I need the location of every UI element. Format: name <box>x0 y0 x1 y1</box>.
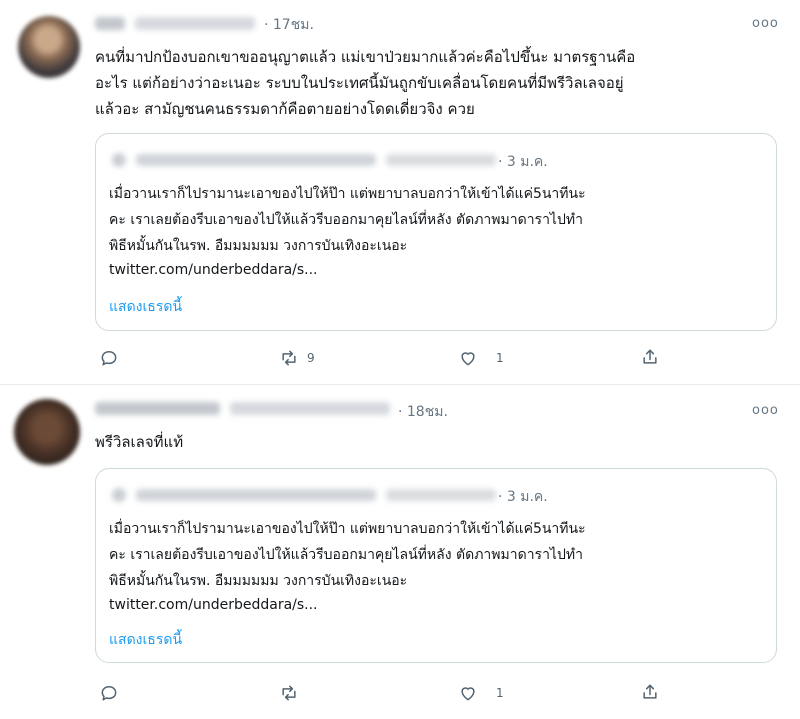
retweet-icon <box>282 350 296 366</box>
quote-handle-blurred <box>386 489 496 501</box>
more-icon[interactable]: ooo <box>752 403 779 418</box>
quote-author-blurred <box>136 154 376 166</box>
like-button[interactable]: 1 <box>458 683 504 703</box>
tweet-timestamp[interactable]: · 17ชม. <box>264 14 314 36</box>
reply-icon <box>101 351 117 366</box>
retweet-button[interactable]: 9 <box>279 348 315 368</box>
quote-date: · 3 ม.ค. <box>498 154 548 170</box>
like-count: 1 <box>496 686 504 700</box>
retweet-icon <box>282 685 296 701</box>
quote-date: · 3 ม.ค. <box>498 489 548 505</box>
quote-text: เมื่อวานเราก็ไปรามานะเอาของไปให้ป๊า แต่พ… <box>109 521 586 589</box>
author-handle-blurred <box>230 402 390 415</box>
quote-text: เมื่อวานเราก็ไปรามานะเอาของไปให้ป๊า แต่พ… <box>109 186 586 254</box>
author-name-blurred[interactable] <box>95 402 220 415</box>
author-name-blurred[interactable] <box>95 17 125 30</box>
retweet-button[interactable] <box>279 683 307 703</box>
quoted-tweet[interactable]: · 3 ม.ค. เมื่อวานเราก็ไปรามานะเอาของไปให… <box>95 468 777 663</box>
share-icon <box>643 349 657 364</box>
quoted-tweet[interactable]: · 3 ม.ค. เมื่อวานเราก็ไปรามานะเอาของไปให… <box>95 133 777 331</box>
avatar[interactable] <box>14 399 80 465</box>
show-thread-link[interactable]: แสดงเธรดนี้ <box>109 629 182 651</box>
show-thread-link[interactable]: แสดงเธรดนี้ <box>109 296 182 318</box>
quote-author-blurred <box>136 489 376 501</box>
like-icon <box>461 687 475 701</box>
like-icon <box>461 352 475 366</box>
share-button[interactable] <box>640 682 660 702</box>
reply-button[interactable] <box>99 348 119 368</box>
quote-handle-blurred <box>386 154 496 166</box>
author-handle-blurred <box>135 17 255 30</box>
reply-button[interactable] <box>99 683 119 703</box>
tweet-timestamp[interactable]: · 18ชม. <box>398 401 448 423</box>
quote-link[interactable]: twitter.com/underbeddara/s... <box>109 597 318 613</box>
quote-avatar <box>112 153 126 167</box>
like-count: 1 <box>496 351 504 365</box>
share-icon <box>643 684 657 699</box>
tweet[interactable]: · 18ชม. ooo พรีวิลเลจที่แท้ · 3 ม.ค. เมื… <box>0 385 800 719</box>
tweet[interactable]: · 17ชม. ooo คนที่มาปกป้องบอกเขาขออนุญาตแ… <box>0 0 800 385</box>
reply-icon <box>101 686 117 701</box>
tweet-text: พรีวิลเลจที่แท้ <box>95 433 184 451</box>
more-icon[interactable]: ooo <box>752 16 779 31</box>
tweet-text: คนที่มาปกป้องบอกเขาขออนุญาตแล้ว แม่เขาป่… <box>95 48 636 118</box>
quote-avatar <box>112 488 126 502</box>
share-button[interactable] <box>640 347 660 367</box>
retweet-count: 9 <box>307 351 315 365</box>
quote-link[interactable]: twitter.com/underbeddara/s... <box>109 262 318 278</box>
like-button[interactable]: 1 <box>458 348 504 368</box>
avatar[interactable] <box>18 16 80 78</box>
